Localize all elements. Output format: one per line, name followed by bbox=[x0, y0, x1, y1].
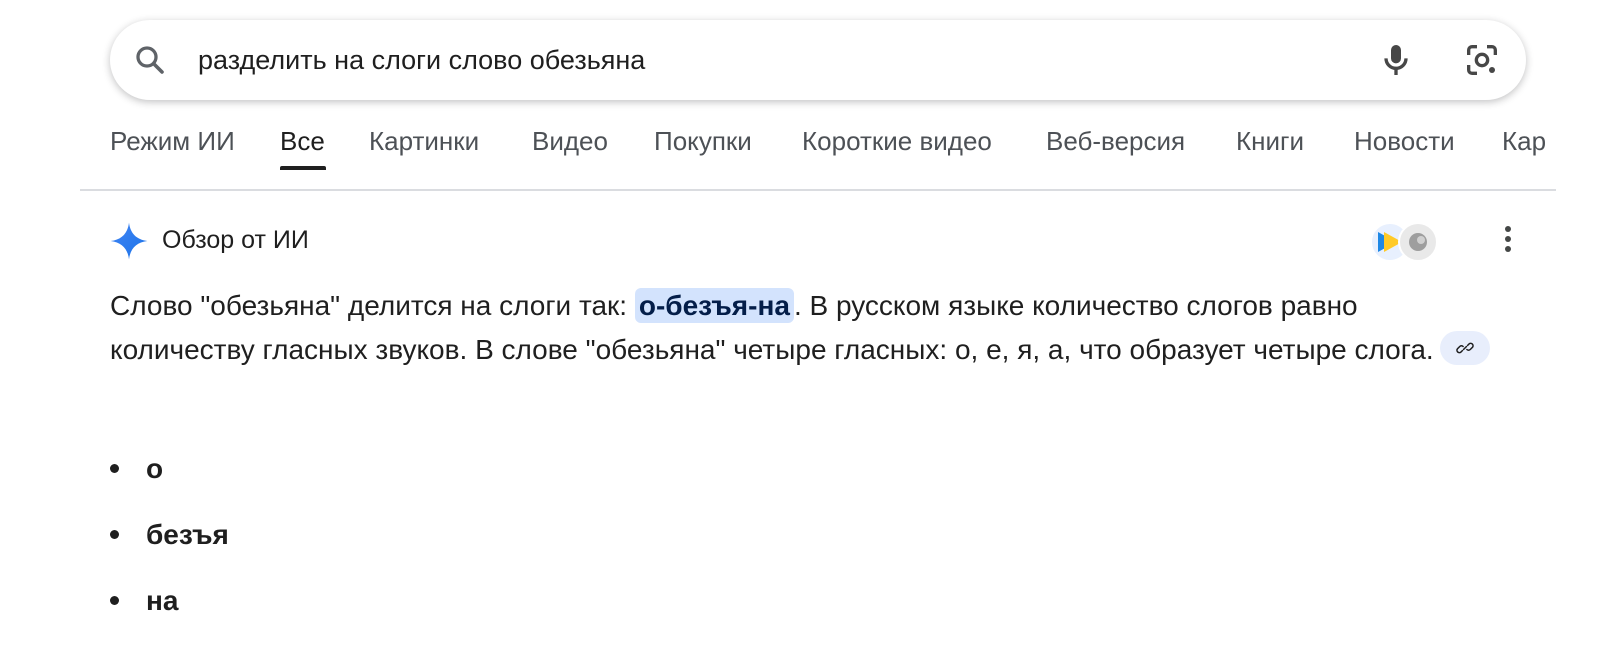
search-tabs: Режим ИИ Все Картинки Видео Покупки Коро… bbox=[0, 118, 1600, 188]
source-link-chip[interactable] bbox=[1439, 330, 1490, 365]
source-avatars[interactable] bbox=[1370, 222, 1438, 262]
microphone-icon[interactable] bbox=[1376, 40, 1416, 80]
active-tab-indicator bbox=[280, 166, 326, 170]
syllable-label: безъя bbox=[146, 519, 229, 550]
bullet bbox=[110, 596, 119, 605]
link-icon bbox=[1455, 342, 1474, 353]
tab-news[interactable]: Новости bbox=[1354, 126, 1455, 157]
tab-ai-mode[interactable]: Режим ИИ bbox=[110, 126, 235, 157]
ai-answer-text: Слово "обезьяна" делится на слоги так: о… bbox=[110, 284, 1510, 372]
tab-maps[interactable]: Кар bbox=[1502, 126, 1546, 157]
tab-web[interactable]: Веб-версия bbox=[1046, 126, 1185, 157]
search-input[interactable]: разделить на слоги слово обезьяна bbox=[198, 20, 645, 100]
tab-books[interactable]: Книги bbox=[1236, 126, 1304, 157]
syllable-label: на bbox=[146, 585, 179, 616]
list-item: безъя bbox=[110, 518, 229, 584]
answer-intro: Слово "обезьяна" делится на слоги так: bbox=[110, 290, 635, 321]
camera-lens-icon[interactable] bbox=[1462, 40, 1502, 80]
source-avatar bbox=[1398, 222, 1438, 262]
tab-all[interactable]: Все bbox=[280, 126, 325, 157]
bullet bbox=[110, 464, 119, 473]
search-icon bbox=[136, 46, 164, 74]
syllable-highlight: о-безъя-на bbox=[634, 288, 794, 323]
tab-short-videos[interactable]: Короткие видео bbox=[802, 126, 992, 157]
syllable-label: о bbox=[146, 453, 164, 484]
list-item: о bbox=[110, 452, 229, 518]
list-item: на bbox=[110, 584, 229, 650]
tabs-overflow-fade bbox=[1556, 120, 1600, 188]
tabs-divider bbox=[80, 189, 1556, 191]
more-options-icon[interactable] bbox=[1496, 222, 1520, 262]
tab-shopping[interactable]: Покупки bbox=[654, 126, 752, 157]
tab-videos[interactable]: Видео bbox=[532, 126, 608, 157]
tab-images[interactable]: Картинки bbox=[369, 126, 479, 157]
search-bar[interactable]: разделить на слоги слово обезьяна bbox=[110, 20, 1526, 100]
ai-overview-title: Обзор от ИИ bbox=[162, 226, 309, 254]
ai-sparkle-icon bbox=[110, 222, 148, 260]
bullet bbox=[110, 530, 119, 539]
syllable-list: о безъя на bbox=[110, 452, 229, 650]
